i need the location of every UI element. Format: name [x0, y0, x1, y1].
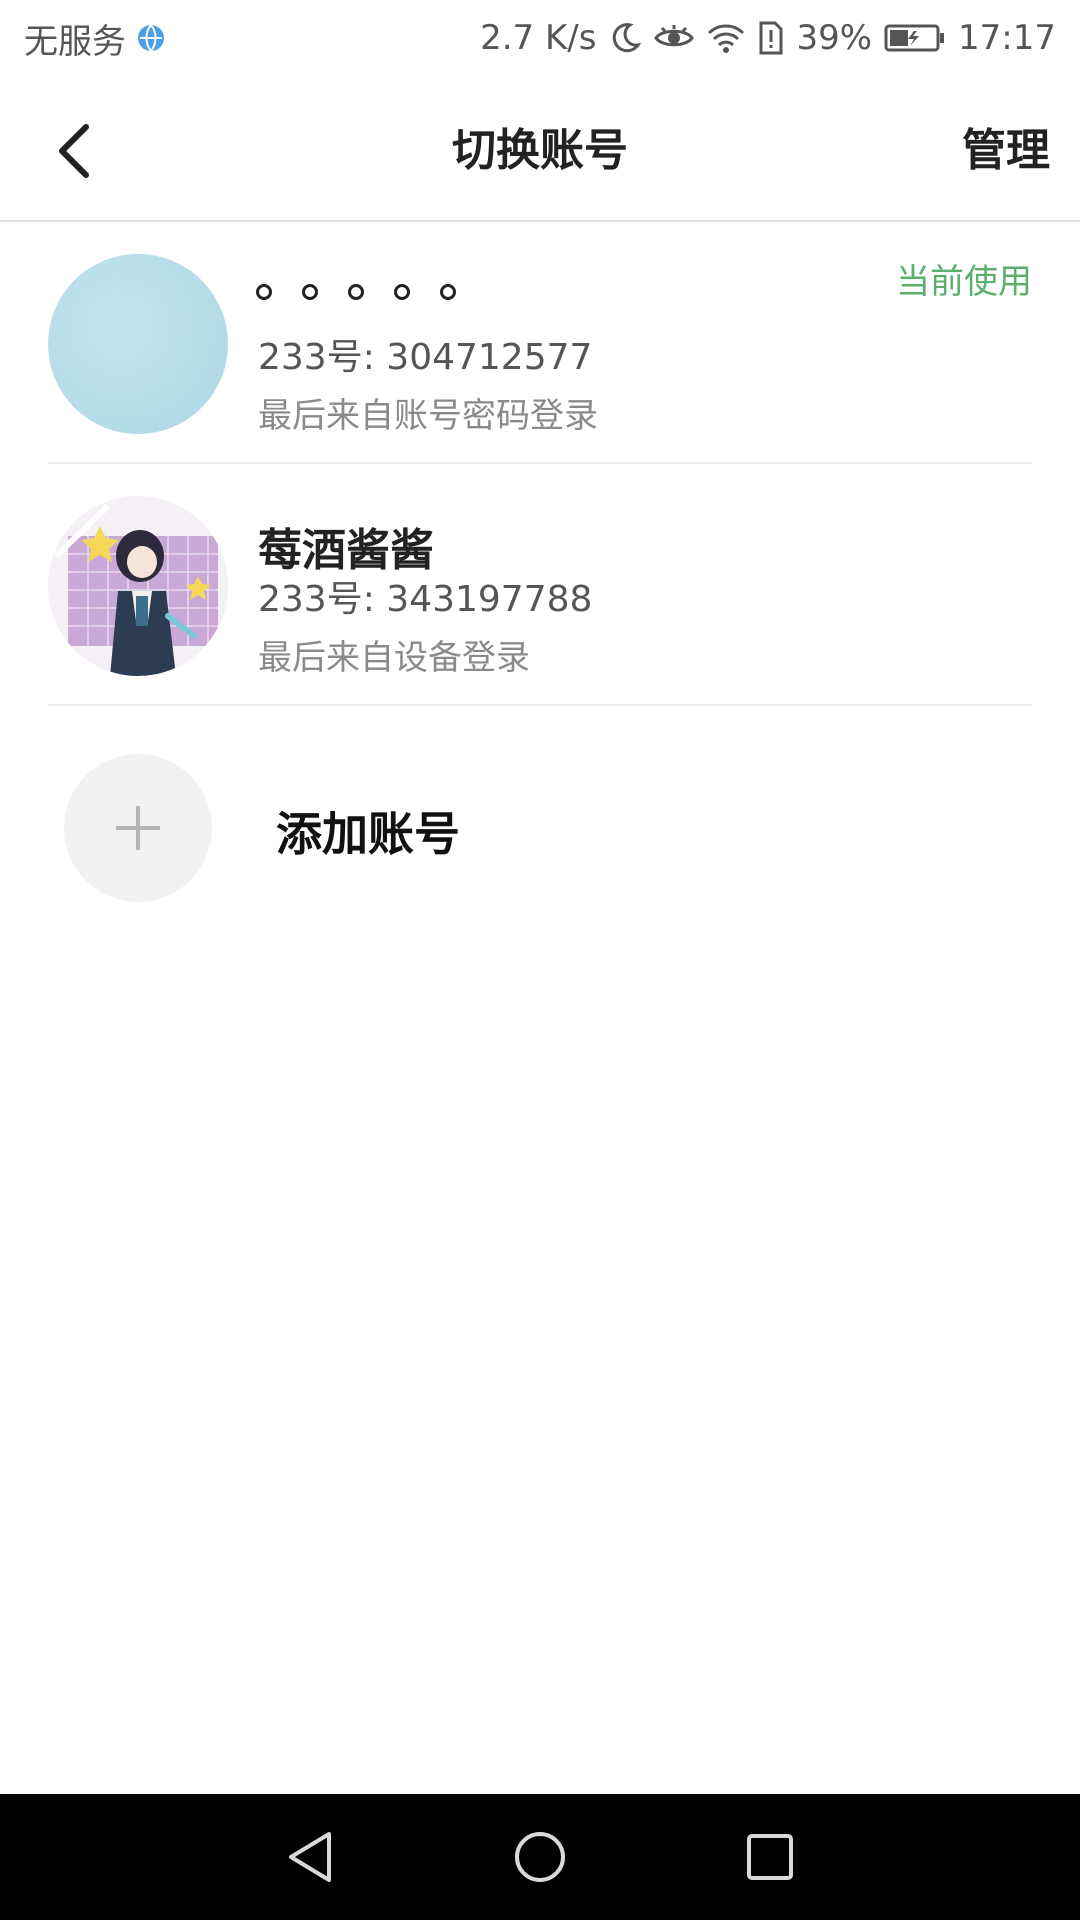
avatar	[48, 254, 228, 434]
battery-percent: 39%	[796, 18, 873, 58]
nav-back-button[interactable]	[280, 1827, 340, 1887]
manage-button[interactable]: 管理	[962, 114, 1050, 178]
status-left: 无服务	[24, 14, 166, 63]
add-account-button[interactable]: 添加账号	[48, 740, 1032, 910]
account-login-source: 最后来自设备登录	[258, 638, 530, 678]
status-right: 2.7 K/s 39% 17:17	[480, 18, 1056, 58]
nav-back-icon	[289, 1832, 331, 1882]
nav-home-button[interactable]	[510, 1827, 570, 1887]
sim-alert-icon	[758, 21, 784, 55]
account-id: 233号: 304712577	[258, 337, 593, 378]
account-name: 。。。。。	[258, 272, 390, 336]
avatar	[48, 496, 228, 676]
nav-recents-button[interactable]	[740, 1827, 800, 1887]
nav-recents-icon	[747, 1834, 793, 1880]
battery-icon	[884, 23, 946, 53]
add-account-label: 添加账号	[276, 807, 460, 861]
dot-glyph	[440, 284, 456, 300]
add-account-circle	[64, 754, 212, 902]
network-speed: 2.7 K/s	[480, 18, 597, 58]
plus-icon	[116, 806, 160, 850]
current-account-badge: 当前使用	[896, 262, 1032, 302]
globe-icon	[136, 23, 166, 53]
page-title: 切换账号	[452, 125, 628, 176]
account-id: 233号: 343197788	[258, 579, 593, 620]
nav-home-icon	[515, 1832, 565, 1882]
account-login-source: 最后来自账号密码登录	[258, 396, 598, 436]
wifi-icon	[706, 22, 746, 54]
carrier-text: 无服务	[24, 21, 126, 62]
account-item[interactable]: 莓酒酱酱 233号: 343197788 最后来自设备登录	[48, 466, 1032, 706]
clock-time: 17:17	[958, 18, 1056, 58]
moon-icon	[608, 21, 642, 55]
system-nav-bar	[0, 1794, 1080, 1920]
dot-glyph	[394, 284, 410, 300]
status-bar: 无服务 2.7 K/s 39% 17:17	[0, 0, 1080, 76]
account-item-current[interactable]: 。。。。。 233号: 304712577 最后来自账号密码登录 当前使用	[48, 224, 1032, 464]
account-name: 莓酒酱酱	[258, 525, 434, 576]
header-bar: 切换账号 管理	[0, 76, 1080, 222]
eye-icon	[654, 23, 695, 53]
